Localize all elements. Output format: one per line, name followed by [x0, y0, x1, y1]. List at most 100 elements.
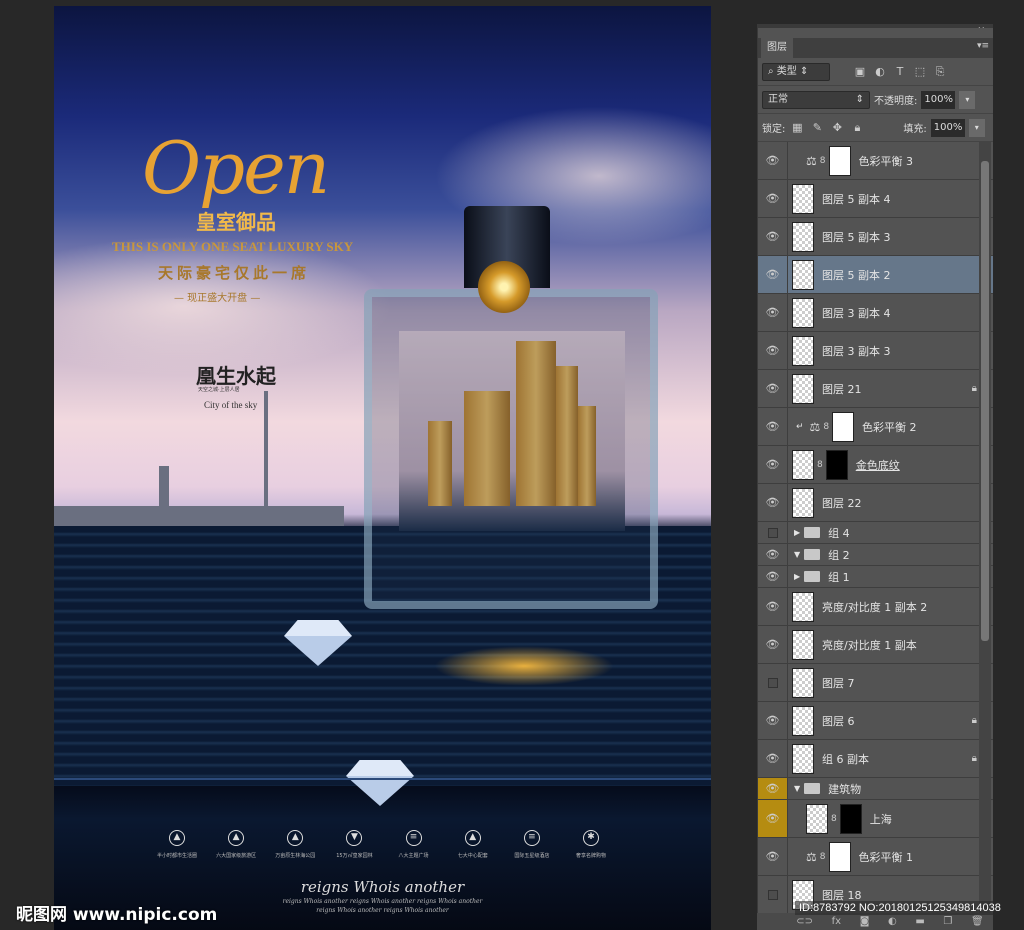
layer-row[interactable]: 👁︎ 图层 21 🔒︎ [758, 370, 993, 408]
lock-paint-icon[interactable]: ✎ [809, 121, 825, 134]
layer-mask-thumb[interactable] [828, 145, 851, 176]
layer-row[interactable]: 👁︎ 亮度/对比度 1 副本 2 [758, 588, 993, 626]
visibility-toggle[interactable]: 👁︎ [758, 332, 788, 369]
layer-row[interactable]: 👁︎ 组 6 副本 🔒︎ [758, 740, 993, 778]
expand-down-icon[interactable]: ▼ [794, 550, 800, 559]
blend-mode-select[interactable]: 正常 ⇕ [762, 90, 870, 109]
visibility-toggle[interactable]: 👁︎ [758, 408, 788, 445]
visibility-toggle[interactable]: 👁︎ [758, 838, 788, 875]
layer-scrollbar[interactable] [979, 141, 991, 913]
layer-mask-thumb[interactable] [839, 803, 862, 834]
lock-all-icon[interactable]: 🔒︎ [849, 121, 865, 135]
expand-right-icon[interactable]: ▶ [794, 528, 800, 537]
adjustment-filter-icon[interactable]: ◐ [872, 65, 888, 78]
new-group-icon[interactable]: ▬ [915, 916, 924, 927]
layer-row[interactable]: ▶ 组 4 [758, 522, 993, 544]
add-mask-icon[interactable]: ◙ [860, 916, 870, 927]
visibility-toggle[interactable]: 👁︎ [758, 256, 788, 293]
layer-row[interactable]: 👁︎ 8 上海 [758, 800, 993, 838]
fill-input[interactable]: 100% [930, 118, 965, 137]
new-layer-icon[interactable]: ❐ [943, 916, 952, 927]
smart-object-filter-icon[interactable]: ⎘ [932, 65, 948, 79]
layer-thumb[interactable] [792, 629, 814, 660]
layer-row[interactable]: 图层 7 [758, 664, 993, 702]
layer-thumb[interactable] [806, 803, 828, 834]
layer-row[interactable]: 👁︎ 图层 5 副本 4 [758, 180, 993, 218]
layer-thumb[interactable] [792, 183, 814, 214]
layer-thumb[interactable] [792, 487, 814, 518]
delete-layer-icon[interactable]: 🗑︎ [971, 916, 984, 927]
visibility-toggle[interactable] [758, 522, 788, 543]
layer-row[interactable]: 👁︎ 图层 5 副本 2 [758, 256, 993, 294]
layer-thumb[interactable] [792, 743, 814, 774]
layer-thumb[interactable] [792, 449, 814, 480]
visibility-toggle[interactable]: 👁︎ [758, 702, 788, 739]
layer-row[interactable]: 👁︎ ↵ ⚖ 8 色彩平衡 2 [758, 408, 993, 446]
lock-move-icon[interactable]: ✥ [829, 121, 845, 134]
visibility-toggle[interactable]: 👁︎ [758, 778, 788, 799]
layer-mask-thumb[interactable] [825, 449, 848, 480]
visibility-toggle[interactable]: 👁︎ [758, 370, 788, 407]
visibility-toggle[interactable]: 👁︎ [758, 626, 788, 663]
layer-mask-thumb[interactable] [832, 411, 855, 442]
layer-thumb[interactable] [792, 373, 814, 404]
layer-row[interactable]: 👁︎ 图层 6 🔒︎ [758, 702, 993, 740]
opacity-input[interactable]: 100% [921, 90, 956, 109]
visibility-toggle[interactable]: 👁︎ [758, 566, 788, 587]
image-filter-icon[interactable]: ▣ [852, 65, 868, 78]
shape-filter-icon[interactable]: ⬚ [912, 65, 928, 78]
layer-thumb[interactable] [792, 297, 814, 328]
garden-icon: ▼ [346, 830, 363, 846]
layer-row[interactable]: 👁︎ 8 金色底纹 [758, 446, 993, 484]
link-icon: 8 [831, 813, 837, 824]
blend-row: 正常 ⇕ 不透明度: 100% ▾ [758, 86, 993, 114]
visibility-toggle[interactable]: 👁︎ [758, 180, 788, 217]
layer-name: 色彩平衡 1 [858, 850, 914, 864]
layer-row[interactable]: 👁︎ 图层 3 副本 4 [758, 294, 993, 332]
tab-layers[interactable]: 图层 [761, 38, 793, 58]
layer-thumb[interactable] [792, 259, 814, 290]
visibility-toggle[interactable] [758, 876, 788, 913]
visibility-toggle[interactable]: 👁︎ [758, 142, 788, 179]
layer-row[interactable]: 👁︎ ▶ 组 1 [758, 566, 993, 588]
new-adjustment-icon[interactable]: ◐ [888, 916, 897, 927]
layer-thumb[interactable] [792, 335, 814, 366]
hidden-box [767, 677, 778, 688]
layer-row[interactable]: 👁︎ 图层 22 [758, 484, 993, 522]
balance-icon: ⚖ [806, 153, 817, 168]
layer-thumb[interactable] [792, 705, 814, 736]
layer-row[interactable]: 👁︎ 图层 3 副本 3 [758, 332, 993, 370]
visibility-toggle[interactable] [758, 664, 788, 701]
fill-dropdown[interactable]: ▾ [968, 118, 985, 137]
visibility-toggle[interactable]: 👁︎ [758, 588, 788, 625]
layer-row[interactable]: 👁︎ 图层 5 副本 3 [758, 218, 993, 256]
layer-row[interactable]: 👁︎ ▼ 建筑物 [758, 778, 993, 800]
filter-kind-select[interactable]: ⌕ 类型 ⇕ [762, 62, 830, 81]
poster-canvas[interactable]: Open 皇室御品 THIS IS ONLY ONE SEAT LUXURY S… [54, 6, 711, 930]
fx-icon[interactable]: fx [832, 916, 841, 927]
visibility-toggle[interactable]: 👁︎ [758, 294, 788, 331]
layer-row[interactable]: 👁︎ 亮度/对比度 1 副本 [758, 626, 993, 664]
layer-row[interactable]: 👁︎ ⚖ 8 色彩平衡 3 [758, 142, 993, 180]
link-layers-icon[interactable]: ⊂⊃ [796, 916, 813, 927]
visibility-toggle[interactable]: 👁︎ [758, 484, 788, 521]
layer-thumb[interactable] [792, 221, 814, 252]
type-filter-icon[interactable]: T [892, 65, 908, 78]
expand-down-icon[interactable]: ▼ [794, 784, 800, 793]
expand-right-icon[interactable]: ▶ [794, 572, 800, 581]
eye-icon: 👁︎ [765, 154, 780, 167]
layer-row[interactable]: 👁︎ ⚖ 8 色彩平衡 1 [758, 838, 993, 876]
scrollbar-thumb[interactable] [981, 161, 989, 641]
layer-thumb[interactable] [792, 591, 814, 622]
opacity-dropdown[interactable]: ▾ [959, 90, 976, 109]
layer-thumb[interactable] [792, 667, 814, 698]
visibility-toggle[interactable]: 👁︎ [758, 446, 788, 483]
visibility-toggle[interactable]: 👁︎ [758, 740, 788, 777]
visibility-toggle[interactable]: 👁︎ [758, 800, 788, 837]
visibility-toggle[interactable]: 👁︎ [758, 544, 788, 565]
panel-menu-icon[interactable]: ▾≡ [977, 41, 989, 51]
lock-transparent-icon[interactable]: ▦ [789, 121, 805, 134]
layer-mask-thumb[interactable] [828, 841, 851, 872]
layer-row[interactable]: 👁︎ ▼ 组 2 [758, 544, 993, 566]
visibility-toggle[interactable]: 👁︎ [758, 218, 788, 255]
